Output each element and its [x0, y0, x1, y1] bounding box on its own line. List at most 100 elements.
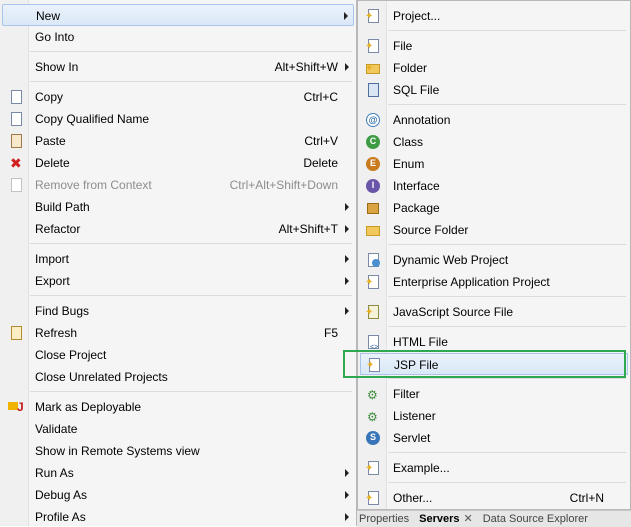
- submenu-arrow-icon: [345, 63, 349, 71]
- menu-separator: [388, 326, 626, 327]
- menu-item-label: Go Into: [35, 30, 75, 44]
- menu-item-close-project[interactable]: Close Project: [2, 344, 354, 366]
- menu-item-label: File: [393, 39, 413, 53]
- ear-project-icon: ✦: [365, 274, 381, 290]
- menu-item-label: JavaScript Source File: [393, 305, 514, 319]
- menu-item-export[interactable]: Export: [2, 270, 354, 292]
- submenu-arrow-icon: [345, 513, 349, 521]
- menu-item-label: Servlet: [393, 431, 431, 445]
- menu-item-shortcut: Ctrl+N: [569, 491, 604, 505]
- new-submenu: ✦ Project... ✦ File ✦ Folder SQL File @ …: [343, 0, 631, 510]
- menu-item-label: Find Bugs: [35, 304, 90, 318]
- submenu-item-other[interactable]: ✦ Other... Ctrl+N: [360, 487, 628, 509]
- submenu-item-class[interactable]: C Class: [360, 131, 628, 153]
- servlet-icon: S: [365, 430, 381, 446]
- menu-item-refresh[interactable]: Refresh F5: [2, 322, 354, 344]
- submenu-item-listener[interactable]: ⚙ Listener: [360, 405, 628, 427]
- menu-item-run-as[interactable]: Run As: [2, 462, 354, 484]
- submenu-arrow-icon: [345, 225, 349, 233]
- menu-item-copy-qualified-name[interactable]: Copy Qualified Name: [2, 108, 354, 130]
- menu-item-debug-as[interactable]: Debug As: [2, 484, 354, 506]
- deploy-icon: J: [8, 399, 24, 415]
- tab-data-source-explorer[interactable]: Data Source Explorer: [483, 513, 588, 525]
- paste-icon: [8, 133, 24, 149]
- menu-item-import[interactable]: Import: [2, 248, 354, 270]
- menu-item-label: Refresh: [35, 326, 78, 340]
- submenu-item-servlet[interactable]: S Servlet: [360, 427, 628, 449]
- menu-item-find-bugs[interactable]: Find Bugs: [2, 300, 354, 322]
- close-icon[interactable]: ✕: [464, 513, 473, 525]
- menu-item-label: Run As: [35, 466, 74, 480]
- context-menu: New Go Into Show In Alt+Shift+W Copy Ctr…: [0, 0, 357, 526]
- menu-item-new[interactable]: New: [2, 4, 354, 26]
- tab-properties[interactable]: Properties: [359, 513, 409, 525]
- submenu-item-package[interactable]: Package: [360, 197, 628, 219]
- menu-item-label: Close Project: [35, 348, 107, 362]
- menu-item-remove-from-context[interactable]: Remove from Context Ctrl+Alt+Shift+Down: [2, 174, 354, 196]
- menu-separator: [30, 295, 352, 296]
- menu-item-label: Listener: [393, 409, 436, 423]
- bottom-view-tabs: Properties Servers ✕ Data Source Explorer: [357, 510, 631, 527]
- copy-icon: [8, 89, 24, 105]
- menu-item-shortcut: Ctrl+C: [303, 90, 338, 104]
- annotation-icon: @: [365, 112, 381, 128]
- menu-item-label: Close Unrelated Projects: [35, 370, 168, 384]
- menu-item-validate[interactable]: Validate: [2, 418, 354, 440]
- menu-item-build-path[interactable]: Build Path: [2, 196, 354, 218]
- submenu-item-folder[interactable]: ✦ Folder: [360, 57, 628, 79]
- menu-item-shortcut: Ctrl+V: [304, 134, 338, 148]
- menu-item-label: SQL File: [393, 83, 440, 97]
- submenu-item-example[interactable]: ✦ Example...: [360, 457, 628, 479]
- file-icon: ✦: [365, 38, 381, 54]
- menu-item-label: New: [36, 9, 61, 23]
- submenu-item-interface[interactable]: I Interface: [360, 175, 628, 197]
- menu-item-show-in-remote-systems[interactable]: Show in Remote Systems view: [2, 440, 354, 462]
- menu-item-label: Delete: [35, 156, 70, 170]
- menu-separator: [388, 378, 626, 379]
- submenu-item-sql-file[interactable]: SQL File: [360, 79, 628, 101]
- menu-item-paste[interactable]: Paste Ctrl+V: [2, 130, 354, 152]
- menu-item-profile-as[interactable]: Profile As: [2, 506, 354, 526]
- menu-item-label: Profile As: [35, 510, 86, 524]
- submenu-item-project[interactable]: ✦ Project...: [360, 5, 628, 27]
- menu-item-copy[interactable]: Copy Ctrl+C: [2, 86, 354, 108]
- tab-servers[interactable]: Servers: [419, 513, 459, 525]
- submenu-item-filter[interactable]: ⚙ Filter: [360, 383, 628, 405]
- menu-item-label: Debug As: [35, 488, 88, 502]
- submenu-item-annotation[interactable]: @ Annotation: [360, 109, 628, 131]
- menu-item-label: Validate: [35, 422, 78, 436]
- submenu-item-html-file[interactable]: <> HTML File: [360, 331, 628, 353]
- menu-item-label: Enum: [393, 157, 425, 171]
- menu-item-close-unrelated-projects[interactable]: Close Unrelated Projects: [2, 366, 354, 388]
- menu-item-label: Project...: [393, 9, 441, 23]
- menu-item-show-in[interactable]: Show In Alt+Shift+W: [2, 56, 354, 78]
- submenu-item-dynamic-web-project[interactable]: Dynamic Web Project: [360, 249, 628, 271]
- menu-item-label: Copy: [35, 90, 64, 104]
- other-icon: ✦: [365, 490, 381, 506]
- submenu-item-javascript-source-file[interactable]: ✦ JavaScript Source File: [360, 301, 628, 323]
- submenu-item-enterprise-application-project[interactable]: ✦ Enterprise Application Project: [360, 271, 628, 293]
- menu-item-refactor[interactable]: Refactor Alt+Shift+T: [2, 218, 354, 240]
- submenu-arrow-icon: [345, 255, 349, 263]
- menu-separator: [388, 452, 626, 453]
- filter-icon: ⚙: [367, 388, 378, 402]
- submenu-item-source-folder[interactable]: Source Folder: [360, 219, 628, 241]
- menu-item-delete[interactable]: ✖ Delete Delete: [2, 152, 354, 174]
- jsp-file-icon: ✦: [366, 357, 382, 373]
- menu-item-label: Example...: [393, 461, 450, 475]
- interface-icon: I: [365, 178, 381, 194]
- menu-item-go-into[interactable]: Go Into: [2, 26, 354, 48]
- submenu-arrow-icon: [344, 12, 348, 20]
- menu-item-shortcut: F5: [323, 326, 338, 340]
- enum-icon: E: [365, 156, 381, 172]
- javascript-file-icon: ✦: [365, 304, 381, 320]
- menu-item-label: Filter: [393, 387, 420, 401]
- menu-item-label: Show In: [35, 60, 79, 74]
- submenu-item-jsp-file[interactable]: ✦ JSP File: [360, 353, 628, 375]
- submenu-item-file[interactable]: ✦ File: [360, 35, 628, 57]
- submenu-item-enum[interactable]: E Enum: [360, 153, 628, 175]
- menu-item-label: Interface: [393, 179, 440, 193]
- menu-item-label: Folder: [393, 61, 428, 75]
- menu-item-mark-as-deployable[interactable]: J Mark as Deployable: [2, 396, 354, 418]
- menu-item-label: Package: [393, 201, 440, 215]
